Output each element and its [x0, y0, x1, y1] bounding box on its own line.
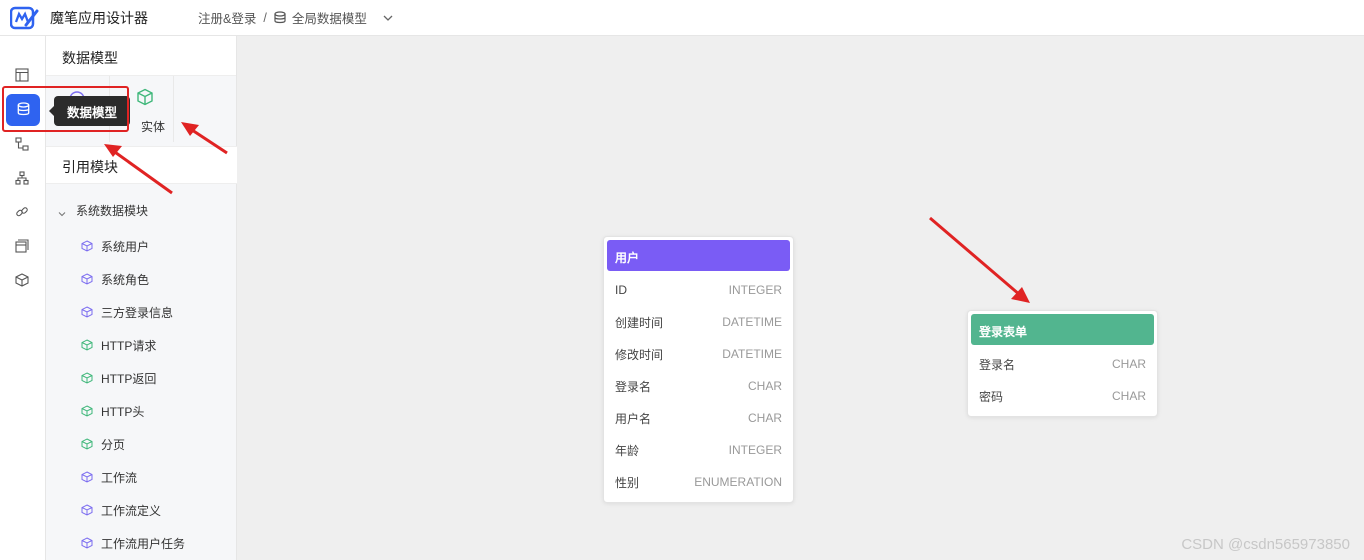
field-type: CHAR [1111, 357, 1146, 371]
tree-item-label: 分页 [101, 437, 126, 452]
cube-icon [81, 438, 93, 450]
entity-fields: 登录名 CHAR 密码 CHAR [968, 348, 1157, 416]
panel-title: 数据模型 [46, 36, 236, 76]
tree-item[interactable]: 工作流定义 [81, 501, 161, 519]
model-canvas[interactable]: 用户 ID INTEGER 创建时间 DATETIME 修改时间 DATETIME 登录名 C… [237, 36, 1364, 560]
database-icon [274, 11, 286, 24]
entity-tool-label: 实体 [141, 120, 166, 134]
field-name: 用户名 [615, 411, 652, 426]
cube-icon [81, 504, 93, 516]
entity-field-row[interactable]: 性别 ENUMERATION [604, 466, 793, 498]
cube-icon [81, 471, 93, 483]
tree-item[interactable]: HTTP返回 [81, 369, 156, 387]
field-name: 密码 [979, 389, 1004, 404]
entity-field-row[interactable]: 年龄 INTEGER [604, 434, 793, 466]
rail-tooltip: 数据模型 [49, 96, 130, 126]
entity-card-user[interactable]: 用户 ID INTEGER 创建时间 DATETIME 修改时间 DATETIME 登录名 C… [603, 236, 794, 503]
tree-item-label: 系统用户 [101, 239, 150, 254]
tree-item-label: HTTP返回 [101, 371, 157, 386]
field-type: CHAR [1111, 389, 1146, 403]
tree-group-label: 系统数据模块 [76, 204, 149, 218]
tree-item-label: 三方登录信息 [101, 305, 174, 320]
field-type: INTEGER [728, 283, 782, 297]
link-icon[interactable] [13, 203, 31, 221]
tree-item[interactable]: 三方登录信息 [81, 303, 173, 321]
cube-icon [81, 306, 93, 318]
hierarchy-icon[interactable] [13, 169, 31, 187]
flow-icon[interactable] [13, 135, 31, 153]
tree-item-label: 系统角色 [101, 272, 150, 287]
field-name: 性别 [615, 475, 640, 490]
entity-field-row[interactable]: 用户名 CHAR [604, 402, 793, 434]
layout-icon[interactable] [13, 66, 31, 84]
chevron-down-icon [58, 207, 66, 216]
database-icon [17, 101, 30, 119]
entity-fields: ID INTEGER 创建时间 DATETIME 修改时间 DATETIME 登录名 CHAR… [604, 274, 793, 502]
tree-item[interactable]: 工作流 [81, 468, 137, 486]
tree-item[interactable]: 工作流用户任务 [81, 534, 185, 552]
tree-item-label: 工作流用户任务 [101, 536, 186, 551]
cube-icon [81, 405, 93, 417]
cube-icon [81, 339, 93, 351]
breadcrumb-parent[interactable]: 注册&登录 [198, 8, 256, 27]
tree-item[interactable]: HTTP请求 [81, 336, 156, 354]
tree-group-system-data[interactable]: 系统数据模块 [58, 202, 148, 219]
entity-field-row[interactable]: 创建时间 DATETIME [604, 306, 793, 338]
entity-field-row[interactable]: 登录名 CHAR [604, 370, 793, 402]
breadcrumb-separator: / [263, 10, 267, 25]
app-title: 魔笔应用设计器 [50, 9, 148, 26]
field-type: DATETIME [722, 315, 782, 329]
field-type: CHAR [747, 379, 782, 393]
entity-cube-icon [136, 88, 154, 109]
field-type: ENUMERATION [694, 475, 782, 489]
entity-header[interactable]: 用户 [607, 240, 790, 271]
breadcrumb: 注册&登录 / 全局数据模型 [198, 8, 393, 27]
field-name: 创建时间 [615, 315, 664, 330]
entity-field-row[interactable]: ID INTEGER [604, 274, 793, 306]
app-logo [9, 5, 40, 31]
watermark: CSDN @csdn565973850 [1181, 536, 1350, 553]
cube-icon [81, 273, 93, 285]
cube-icon [81, 372, 93, 384]
field-type: CHAR [747, 411, 782, 425]
cube-icon[interactable] [13, 271, 31, 289]
cube-icon [81, 240, 93, 252]
entity-field-row[interactable]: 登录名 CHAR [968, 348, 1157, 380]
tree-item-label: 工作流 [101, 470, 138, 485]
field-name: 年龄 [615, 443, 640, 458]
tree-item-label: 工作流定义 [101, 503, 162, 518]
tree-item-label: HTTP请求 [101, 338, 157, 353]
field-type: INTEGER [728, 443, 782, 457]
entity-field-row[interactable]: 修改时间 DATETIME [604, 338, 793, 370]
field-name: 登录名 [979, 357, 1016, 372]
tree-item[interactable]: 系统用户 [81, 237, 149, 255]
referenced-modules-title: 引用模块 [46, 146, 237, 184]
top-bar: 魔笔应用设计器 注册&登录 / 全局数据模型 [0, 0, 1364, 36]
field-name: ID [615, 283, 627, 297]
tree-item[interactable]: 系统角色 [81, 270, 149, 288]
cube-icon [81, 537, 93, 549]
icon-rail [0, 36, 46, 560]
field-name: 修改时间 [615, 347, 664, 362]
tree-item-label: HTTP头 [101, 404, 145, 419]
tree-item[interactable]: HTTP头 [81, 402, 144, 420]
entity-header[interactable]: 登录表单 [971, 314, 1154, 345]
breadcrumb-current: 全局数据模型 [291, 12, 367, 26]
field-name: 登录名 [615, 379, 652, 394]
tree-item[interactable]: 分页 [81, 435, 125, 453]
chevron-down-icon[interactable] [383, 15, 393, 21]
entity-field-row[interactable]: 密码 CHAR [968, 380, 1157, 412]
window-icon[interactable] [13, 237, 31, 255]
entity-card-login-form[interactable]: 登录表单 登录名 CHAR 密码 CHAR [967, 310, 1158, 417]
field-type: DATETIME [722, 347, 782, 361]
rail-item-data-model[interactable] [6, 94, 40, 126]
